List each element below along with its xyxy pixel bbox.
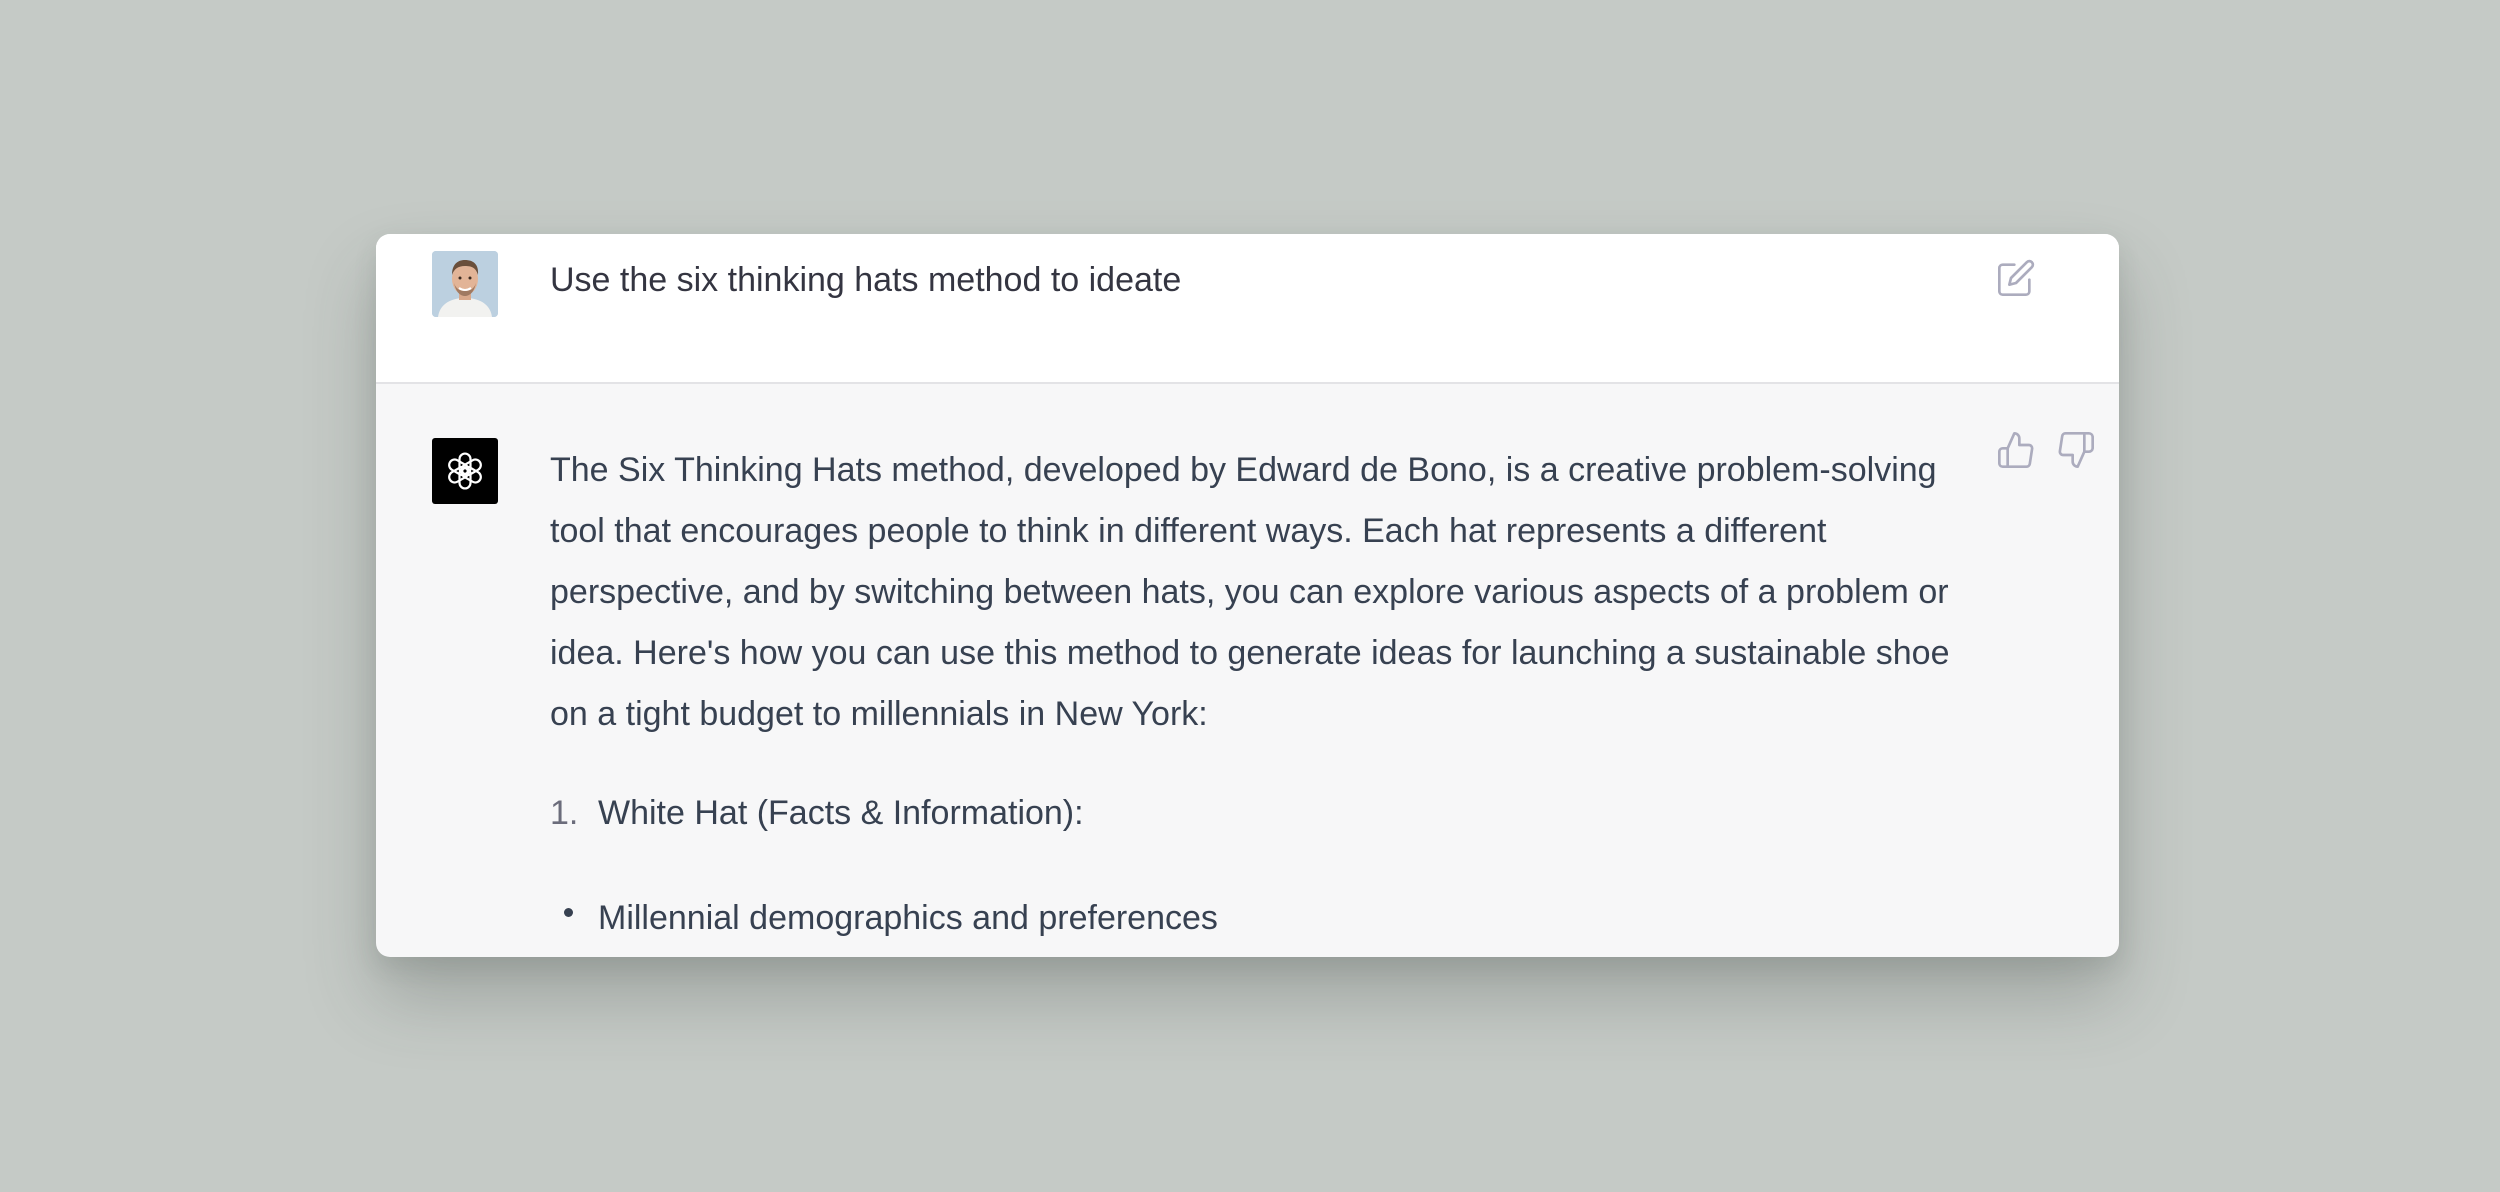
user-message-text: Use the six thinking hats method to idea… — [550, 261, 1182, 299]
user-message-row: Use the six thinking hats method to idea… — [376, 234, 2119, 384]
edit-button[interactable] — [1996, 258, 2036, 298]
user-avatar — [432, 251, 498, 317]
assistant-message-row: The Six Thinking Hats method, developed … — [376, 384, 2119, 957]
bullet-dot — [564, 908, 573, 917]
thumbs-up-icon — [1998, 432, 2034, 468]
openai-logo-icon — [448, 452, 482, 490]
thumbs-up-button[interactable] — [1996, 430, 2036, 470]
assistant-avatar — [432, 438, 498, 504]
chat-card: Use the six thinking hats method to idea… — [376, 234, 2119, 957]
response-paragraph: The Six Thinking Hats method, developed … — [550, 451, 1950, 733]
thumbs-down-button[interactable] — [2056, 430, 2096, 470]
bullet-list-item: Millennial demographics and preferences — [550, 894, 1990, 942]
bullet-item-label: Millennial demographics and preferences — [598, 899, 1218, 937]
thumbs-down-icon — [2058, 432, 2094, 468]
edit-icon — [1998, 259, 2035, 296]
list-item-number: 1. — [550, 794, 579, 832]
list-item-label: White Hat (Facts & Information): — [598, 794, 1084, 832]
ordered-list-item: 1. White Hat (Facts & Information): — [550, 789, 1990, 837]
assistant-response: The Six Thinking Hats method, developed … — [550, 440, 1990, 942]
